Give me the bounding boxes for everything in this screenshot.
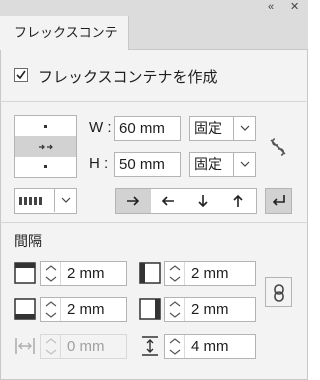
row-gap-stepper[interactable]: 4 mm — [164, 334, 256, 359]
chevron-up-icon[interactable] — [45, 265, 57, 271]
collapse-panel-icon[interactable]: « — [268, 1, 274, 14]
justify-select[interactable] — [14, 188, 77, 214]
row-gap-icon — [142, 336, 158, 356]
create-flex-container-checkbox[interactable] — [14, 68, 28, 82]
arrow-right-icon — [127, 196, 140, 206]
chevron-up-icon[interactable] — [45, 301, 57, 307]
divider — [0, 101, 308, 102]
height-input[interactable]: 50 mm — [114, 152, 181, 177]
column-gap-stepper: 0 mm — [40, 334, 127, 359]
chevron-down-icon — [240, 161, 250, 167]
align-center-row[interactable] — [15, 136, 76, 157]
width-input[interactable]: 60 mm — [114, 116, 181, 141]
align-center-icon — [39, 144, 53, 150]
padding-right-value[interactable]: 2 mm — [191, 298, 229, 321]
stepper-arrows[interactable] — [165, 262, 185, 285]
checkmark-icon — [16, 70, 26, 80]
justify-dropdown[interactable] — [54, 189, 76, 212]
padding-right-icon — [139, 298, 161, 320]
padding-left-value[interactable]: 2 mm — [191, 262, 229, 285]
padding-bottom-value[interactable]: 2 mm — [67, 298, 105, 321]
chevron-down-icon[interactable] — [169, 276, 181, 282]
padding-top-stepper[interactable]: 2 mm — [40, 261, 127, 286]
chevron-up-icon[interactable] — [169, 338, 181, 344]
column-gap-value: 0 mm — [67, 338, 105, 355]
chevron-down-icon — [61, 197, 71, 203]
chevron-up-icon[interactable] — [169, 301, 181, 307]
width-mode-select[interactable]: 固定 — [189, 116, 256, 141]
align-top-dot[interactable] — [44, 125, 47, 128]
unlink-proportions-icon[interactable] — [269, 137, 287, 157]
chevron-down-icon — [240, 125, 250, 131]
link-chain-icon — [274, 284, 284, 302]
stepper-arrows[interactable] — [41, 262, 61, 285]
padding-left-stepper[interactable]: 2 mm — [164, 261, 256, 286]
direction-segmented-control[interactable] — [115, 188, 257, 214]
panel-body — [0, 50, 308, 380]
padding-bottom-stepper[interactable]: 2 mm — [40, 297, 127, 322]
arrow-left-icon — [161, 196, 174, 206]
direction-column-button[interactable] — [186, 189, 221, 213]
align-bottom-dot[interactable] — [44, 165, 47, 168]
column-gap-icon — [15, 338, 35, 354]
padding-top-value[interactable]: 2 mm — [67, 262, 105, 285]
direction-column-reverse-button[interactable] — [221, 189, 256, 213]
row-gap-value[interactable]: 4 mm — [191, 335, 229, 358]
chevron-down-icon[interactable] — [45, 312, 57, 318]
direction-row-reverse-button[interactable] — [151, 189, 186, 213]
direction-row-button[interactable] — [116, 189, 151, 213]
chevron-up-icon[interactable] — [169, 265, 181, 271]
wrap-toggle-button[interactable] — [265, 188, 292, 214]
link-padding-button[interactable] — [265, 277, 292, 307]
padding-left-icon — [139, 262, 161, 284]
panel-title-bar: « ✕ — [0, 0, 308, 16]
chevron-down-icon[interactable] — [45, 276, 57, 282]
tab-flex-container[interactable]: フレックスコンテナ — [0, 16, 129, 74]
height-mode-value: 固定 — [194, 156, 222, 172]
arrow-up-icon — [233, 194, 243, 207]
height-mode-dropdown[interactable] — [233, 153, 255, 176]
padding-top-icon — [14, 262, 36, 284]
create-flex-container-label: フレックスコンテナを作成 — [38, 69, 218, 86]
wrap-return-icon — [272, 195, 285, 206]
chevron-down-icon[interactable] — [169, 312, 181, 318]
chevron-down-icon[interactable] — [169, 349, 181, 355]
chevron-down-icon — [45, 349, 57, 355]
height-label: H : — [89, 155, 109, 172]
stepper-arrows[interactable] — [165, 335, 185, 358]
width-mode-dropdown[interactable] — [233, 117, 255, 140]
divider — [0, 222, 308, 223]
padding-right-stepper[interactable]: 2 mm — [164, 297, 256, 322]
arrow-down-icon — [198, 195, 208, 208]
stepper-arrows — [41, 335, 61, 358]
justify-distribution-icon — [19, 197, 42, 205]
stepper-arrows[interactable] — [165, 298, 185, 321]
tab-bar: フレックスコンテナ — [0, 16, 308, 74]
chevron-up-icon — [45, 338, 57, 344]
alignment-grid[interactable] — [14, 115, 77, 178]
padding-bottom-icon — [14, 298, 36, 320]
gap-heading: 間隔 — [14, 233, 42, 249]
width-mode-value: 固定 — [194, 120, 222, 136]
width-label: W : — [89, 119, 112, 136]
height-mode-select[interactable]: 固定 — [189, 152, 256, 177]
stepper-arrows[interactable] — [41, 298, 61, 321]
close-panel-icon[interactable]: ✕ — [290, 1, 299, 14]
